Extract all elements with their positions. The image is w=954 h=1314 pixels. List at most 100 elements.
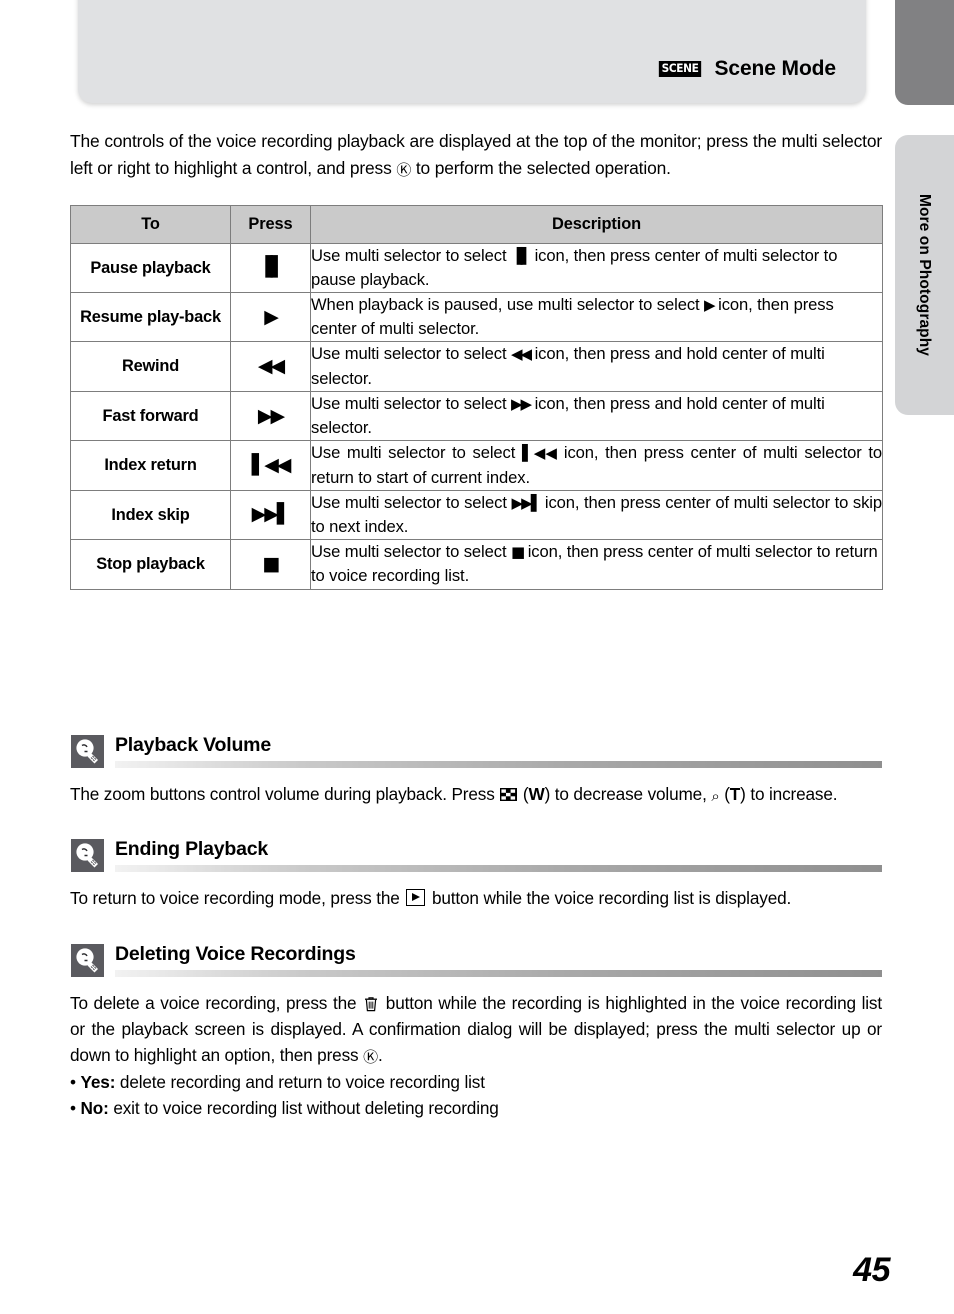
- bullet-label: No:: [80, 1098, 109, 1119]
- sidebar-tab-more-on-photography: More on Photography: [895, 135, 954, 415]
- table-row: Index skip ▶▶▌ Use multi selector to selec…: [70, 489, 883, 541]
- description-text-pre: When playback is paused, use multi selec…: [311, 295, 705, 314]
- lightbulb-tip-icon: [71, 944, 104, 978]
- tip-body: To delete a voice recording, press the b…: [70, 991, 882, 1068]
- tip-body: The zoom buttons control volume during p…: [70, 783, 838, 805]
- tip-deleting-voice-recordings: Deleting Voice Recordings To delete a vo…: [70, 942, 882, 1122]
- description-text-pre: Use multi selector to select: [311, 542, 511, 562]
- tip-text-mid2: ) to decrease volume,: [544, 783, 712, 804]
- cell-description: Use multi selector to select ◀◀ icon, th…: [310, 341, 883, 392]
- pause-icon: ▐▌: [230, 242, 311, 294]
- table-row: Pause playback ▐▌ Use multi selector to se…: [70, 242, 883, 294]
- trash-delete-icon: [364, 994, 378, 1012]
- tip-title: Deleting Voice Recordings: [115, 943, 356, 966]
- playback-controls-table: To Press Description Pause playback ▐▌ Use…: [70, 204, 883, 590]
- wide-zoom-label: W: [528, 783, 545, 804]
- stop-icon: ■: [511, 543, 525, 562]
- tip-header: Deleting Voice Recordings: [70, 942, 882, 982]
- bullet-text: exit to voice recording list without del…: [108, 1098, 499, 1119]
- sidebar-tab-label: More on Photography: [916, 193, 934, 357]
- cell-action-name: Index return: [70, 440, 231, 491]
- column-header-description: Description: [310, 204, 883, 244]
- cell-action-name: Fast forward: [70, 390, 231, 442]
- tip-text-post: button while the voice recording list is…: [427, 888, 792, 909]
- table-row: Fast forward ▶▶ Use multi selector to sele…: [70, 390, 883, 442]
- bullet-label: Yes:: [80, 1071, 116, 1092]
- cell-description: When playback is paused, use multi selec…: [310, 291, 883, 343]
- sidebar-tab-dark: [895, 0, 954, 105]
- playback-button-icon: [406, 889, 426, 907]
- page-content: The controls of the voice recording play…: [70, 128, 883, 1122]
- tip-title: Playback Volume: [115, 733, 271, 756]
- column-header-press: Press: [230, 204, 311, 244]
- ok-button-icon: Ⓚ: [396, 160, 412, 179]
- tip-ending-playback: Ending Playback To return to voice recor…: [70, 837, 882, 912]
- cell-description: Use multi selector to select ▌◀◀ icon, t…: [310, 440, 883, 491]
- cell-action-name: Index skip: [70, 489, 231, 541]
- description-text-pre: Use multi selector to select: [311, 492, 512, 512]
- zoom-magnifier-icon: ⌕: [711, 786, 720, 805]
- cell-action-name: Pause playback: [70, 242, 231, 294]
- fast-forward-icon: ▶▶: [230, 390, 311, 442]
- table-body: Pause playback ▐▌ Use multi selector to se…: [70, 242, 883, 590]
- tip-text-pre: To delete a voice recording, press the: [70, 993, 363, 1014]
- description-text-pre: Use multi selector to select: [311, 393, 511, 413]
- description-text-pre: Use multi selector to select: [311, 245, 511, 265]
- table-row: Index return ▌◀◀ Use multi selector to sel…: [70, 440, 883, 491]
- play-icon: ▶: [230, 291, 311, 343]
- cell-action-name: Rewind: [70, 341, 231, 392]
- rewind-icon: ◀◀: [230, 341, 311, 392]
- tip-bullet-list: • Yes: delete recording and return to vo…: [70, 1069, 882, 1122]
- tip-divider: [115, 865, 882, 873]
- tele-zoom-label: T: [729, 783, 741, 804]
- rewind-icon: ◀◀: [511, 345, 532, 364]
- index-skip-icon: ▶▶▌: [230, 489, 311, 541]
- play-icon: ▶: [704, 296, 715, 314]
- page-title: Scene Mode: [714, 57, 836, 80]
- index-return-icon: ▌◀◀: [521, 444, 559, 463]
- index-skip-icon: ▶▶▌: [511, 493, 542, 512]
- bullet-text: delete recording and return to voice rec…: [115, 1071, 485, 1092]
- cell-description: Use multi selector to select ▶▶ icon, th…: [310, 390, 883, 442]
- header-title-row: SCENE Scene Mode: [657, 57, 836, 81]
- tip-text-pre: To return to voice recording mode, press…: [70, 888, 405, 909]
- index-return-icon: ▌◀◀: [230, 440, 311, 491]
- list-item: • No: exit to voice recording list witho…: [70, 1095, 882, 1122]
- tip-text-mid: (: [518, 783, 529, 804]
- list-item: • Yes: delete recording and return to vo…: [70, 1069, 882, 1096]
- bullet-marker: •: [70, 1098, 76, 1119]
- lightbulb-tip-icon: [71, 839, 104, 873]
- bullet-marker: •: [70, 1071, 76, 1092]
- page-number: 45: [853, 1251, 890, 1289]
- tip-text-post: ) to increase.: [740, 783, 838, 804]
- thumbnail-wide-icon: [500, 783, 518, 801]
- tip-divider: [115, 760, 882, 768]
- table-row: Rewind ◀◀ Use multi selector to select ◀◀ …: [70, 341, 883, 392]
- page-header-band: SCENE Scene Mode: [78, 0, 866, 103]
- table-header-row: To Press Description: [70, 204, 883, 244]
- column-header-to: To: [70, 204, 231, 244]
- tip-playback-volume: Playback Volume The zoom buttons control…: [70, 733, 882, 808]
- fast-forward-icon: ▶▶: [511, 394, 532, 413]
- cell-action-name: Stop playback: [70, 539, 231, 590]
- cell-description: Use multi selector to select ▐▌ icon, th…: [310, 242, 883, 294]
- tip-text-post: .: [377, 1044, 383, 1065]
- pause-icon: ▐▌: [511, 246, 532, 265]
- cell-action-name: Resume play-back: [70, 291, 231, 343]
- tip-divider: [115, 970, 882, 978]
- cell-description: Use multi selector to select ▶▶▌ icon, t…: [310, 489, 883, 541]
- table-row: Resume play-back ▶ When playback is paused…: [70, 291, 883, 343]
- description-text-pre: Use multi selector to select: [311, 344, 511, 364]
- stop-icon: ■: [230, 539, 311, 590]
- tip-header: Playback Volume: [70, 733, 882, 773]
- tip-title: Ending Playback: [115, 838, 269, 861]
- cell-description: Use multi selector to select ■ icon, the…: [310, 539, 883, 590]
- tip-header: Ending Playback: [70, 837, 882, 877]
- intro-text-part2: to perform the selected operation.: [411, 157, 671, 178]
- lightbulb-tip-icon: [71, 734, 104, 768]
- description-text-pre: Use multi selector to select: [311, 443, 522, 463]
- ok-button-icon: Ⓚ: [363, 1047, 378, 1066]
- tip-body: To return to voice recording mode, press…: [70, 886, 882, 912]
- table-row: Stop playback ■ Use multi selector to sele…: [70, 539, 883, 590]
- intro-paragraph: The controls of the voice recording play…: [70, 128, 882, 182]
